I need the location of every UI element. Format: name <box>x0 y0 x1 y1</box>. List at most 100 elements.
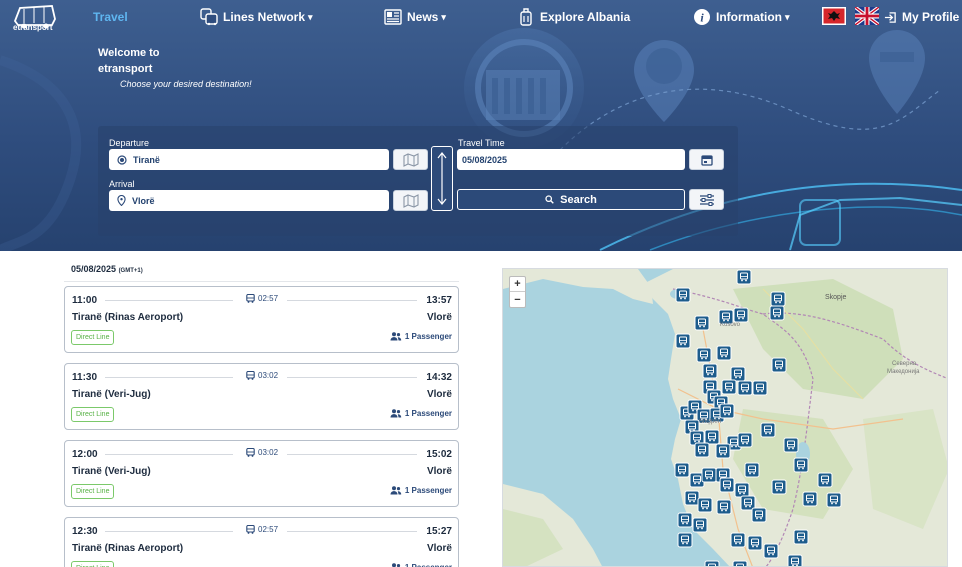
bus-stop-marker-icon[interactable] <box>771 357 787 373</box>
bus-stop-marker-icon[interactable] <box>771 479 787 495</box>
bus-stop-marker-icon[interactable] <box>716 499 732 515</box>
bus-stop-marker-icon[interactable] <box>715 443 731 459</box>
nav-travel-label: Travel <box>93 10 128 24</box>
bus-stop-marker-icon[interactable] <box>737 432 753 448</box>
bus-stop-marker-icon[interactable] <box>730 366 746 382</box>
bus-stop-marker-icon[interactable] <box>747 535 763 551</box>
bus-stop-marker-icon[interactable] <box>763 543 779 559</box>
bus-stop-marker-icon[interactable] <box>702 363 718 379</box>
departure-label: Departure <box>109 138 150 148</box>
bus-stop-marker-icon[interactable] <box>826 492 842 508</box>
bus-stop-marker-icon[interactable] <box>793 529 809 545</box>
passenger-count[interactable]: 1 Passenger <box>390 409 452 418</box>
departure-field[interactable]: Tiranë <box>109 149 389 170</box>
map-canvas[interactable] <box>503 269 948 567</box>
welcome-block: Welcome to etransport Choose your desire… <box>98 47 252 89</box>
trip-card[interactable]: 12:00 03:02 15:02 Tiranë (Veri-Jug) Vlorë Dir… <box>64 440 459 507</box>
trip-duration: 03:02 <box>244 371 281 380</box>
trip-card[interactable]: 11:30 03:02 14:32 Tiranë (Veri-Jug) Vlorë Dir… <box>64 363 459 430</box>
passengers-icon <box>390 409 402 418</box>
bus-stop-marker-icon[interactable] <box>817 472 833 488</box>
bus-stop-marker-icon[interactable] <box>783 437 799 453</box>
trip-card[interactable]: 11:00 02:57 13:57 Tiranë (Rinas Aeroport) Vl… <box>64 286 459 353</box>
albania-flag-icon[interactable] <box>822 7 846 25</box>
top-navigation: etransport Travel Lines Network ▾ News ▾ <box>0 0 962 34</box>
passenger-count[interactable]: 1 Passenger <box>390 563 452 567</box>
departure-map-button[interactable] <box>393 149 428 170</box>
results-date: 05/08/2025 <box>71 264 117 274</box>
bus-stop-marker-icon[interactable] <box>751 507 767 523</box>
bus-stop-marker-icon[interactable] <box>734 482 750 498</box>
map-icon <box>402 193 419 208</box>
trip-card[interactable]: 12:30 02:57 15:27 Tiranë (Rinas Aeroport) Vl… <box>64 517 459 567</box>
trip-duration-value: 02:57 <box>258 525 279 534</box>
bus-stop-marker-icon[interactable] <box>696 347 712 363</box>
search-button[interactable]: Search <box>457 189 685 210</box>
route-map[interactable]: Skopje Kosovo Shqipëri Северна Македониј… <box>502 268 948 567</box>
zoom-in-button[interactable]: + <box>510 277 525 292</box>
bus-stop-marker-icon[interactable] <box>697 497 713 513</box>
chevron-down-icon: ▾ <box>441 11 446 22</box>
bus-stop-marker-icon[interactable] <box>721 379 737 395</box>
arrival-field[interactable]: Vlorë <box>109 190 389 211</box>
direct-line-badge: Direct Line <box>71 484 115 499</box>
departure-value: Tiranë <box>133 154 160 165</box>
bus-stop-marker-icon[interactable] <box>704 429 720 445</box>
passenger-count[interactable]: 1 Passenger <box>390 486 452 495</box>
filters-button[interactable] <box>689 189 724 210</box>
passengers-icon <box>390 486 402 495</box>
origin-station: Tiranë (Veri-Jug) <box>72 466 151 477</box>
travel-date-field[interactable]: 05/08/2025 <box>457 149 685 170</box>
timeline-line <box>105 300 233 301</box>
bus-stop-marker-icon[interactable] <box>677 512 693 528</box>
passengers-icon <box>390 332 402 341</box>
nav-information[interactable]: i Information ▾ <box>693 8 790 26</box>
bus-stop-marker-icon[interactable] <box>719 477 735 493</box>
origin-station: Tiranë (Veri-Jug) <box>72 389 151 400</box>
bus-stop-marker-icon[interactable] <box>744 462 760 478</box>
bus-stop-marker-icon[interactable] <box>769 305 785 321</box>
bus-stop-marker-icon[interactable] <box>675 333 691 349</box>
bus-stop-marker-icon[interactable] <box>736 269 752 285</box>
bus-stop-marker-icon[interactable] <box>701 467 717 483</box>
bus-stop-marker-icon[interactable] <box>684 490 700 506</box>
bus-stop-marker-icon[interactable] <box>716 345 732 361</box>
bus-stop-marker-icon[interactable] <box>760 422 776 438</box>
bus-stop-marker-icon[interactable] <box>677 532 693 548</box>
bus-stop-marker-icon[interactable] <box>770 291 786 307</box>
bus-stop-marker-icon[interactable] <box>694 442 710 458</box>
arrival-map-button[interactable] <box>393 190 428 211</box>
bus-stop-marker-icon[interactable] <box>730 532 746 548</box>
passenger-count-label: 1 Passenger <box>405 563 452 567</box>
uk-flag-icon[interactable] <box>855 7 879 25</box>
nav-information-label: Information <box>716 10 782 24</box>
passenger-count-label: 1 Passenger <box>404 409 452 418</box>
bus-stop-marker-icon[interactable] <box>737 380 753 396</box>
bus-stop-marker-icon[interactable] <box>733 307 749 323</box>
timeline-line <box>287 300 417 301</box>
bus-stop-marker-icon[interactable] <box>675 287 691 303</box>
swap-button[interactable] <box>431 146 453 211</box>
bus-stop-marker-icon[interactable] <box>674 462 690 478</box>
bus-stop-marker-icon[interactable] <box>752 380 768 396</box>
zoom-out-button[interactable]: − <box>510 292 525 307</box>
nav-my-profile[interactable]: My Profile <box>884 8 959 26</box>
calendar-button[interactable] <box>689 149 724 170</box>
bus-stop-marker-icon[interactable] <box>787 554 803 567</box>
bus-stop-marker-icon[interactable] <box>732 560 748 567</box>
bus-stop-marker-icon[interactable] <box>793 457 809 473</box>
nav-profile-label: My Profile <box>902 10 960 24</box>
nav-travel[interactable]: Travel <box>93 8 128 26</box>
nav-lines-network[interactable]: Lines Network ▾ <box>200 8 313 26</box>
nav-news[interactable]: News ▾ <box>384 8 446 26</box>
bus-stop-marker-icon[interactable] <box>704 560 720 567</box>
bus-stop-marker-icon[interactable] <box>692 517 708 533</box>
bus-stop-marker-icon[interactable] <box>719 403 735 419</box>
nav-explore-label: Explore Albania <box>540 10 631 24</box>
bus-stop-marker-icon[interactable] <box>694 315 710 331</box>
trip-duration-value: 02:57 <box>258 294 279 303</box>
passenger-count[interactable]: 1 Passenger <box>390 332 452 341</box>
nav-lines-network-label: Lines Network <box>223 10 306 24</box>
bus-stop-marker-icon[interactable] <box>802 491 818 507</box>
nav-explore-albania[interactable]: Explore Albania <box>517 8 630 26</box>
